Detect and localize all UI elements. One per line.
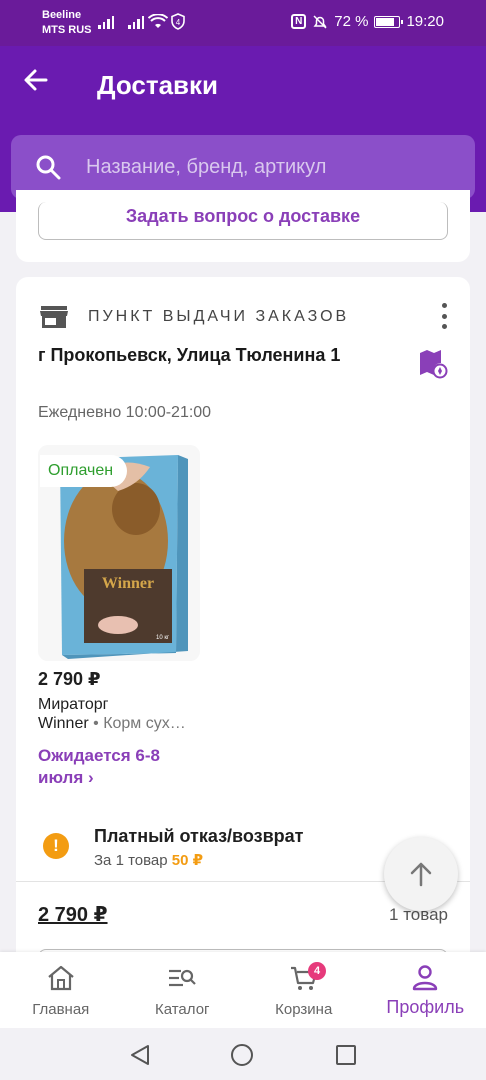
store-icon <box>40 306 68 328</box>
system-recents-icon[interactable] <box>336 1045 356 1065</box>
page-title: Доставки <box>97 70 219 100</box>
refund-prefix: За 1 товар <box>94 852 168 869</box>
pickup-address: г Прокопьевск, Улица Тюленина 1 <box>38 345 341 365</box>
scroll-to-top-button[interactable] <box>384 837 458 911</box>
opening-hours: Ежедневно 10:00-21:00 <box>38 404 212 421</box>
nav-label-catalog: Каталог <box>154 1001 210 1018</box>
cart-count-badge: 4 <box>308 962 326 980</box>
item-price: 2 790 ₽ <box>38 669 101 689</box>
signal-icon <box>98 15 114 29</box>
item-name-sub: • Корм сух… <box>93 715 186 732</box>
paid-refund-condition: За 1 товар 50 ₽ <box>94 851 203 869</box>
previous-delivery-card: Задать вопрос о доставке <box>16 190 470 262</box>
battery-icon <box>374 15 404 28</box>
nav-item-profile[interactable]: Профиль <box>365 952 486 1028</box>
pickup-point-label: ПУНКТ ВЫДАЧИ ЗАКАЗОВ <box>88 308 350 325</box>
item-name[interactable]: Winner • Корм сух… <box>38 715 186 733</box>
nav-item-cart[interactable]: 4 Корзина <box>243 952 365 1028</box>
status-right: N 72 % 19:20 <box>291 13 444 30</box>
home-icon <box>48 965 74 991</box>
warning-icon: ! <box>43 833 69 859</box>
arrow-up-icon <box>410 862 432 887</box>
system-home-icon[interactable] <box>231 1044 253 1066</box>
arrow-left-icon <box>24 69 48 91</box>
refund-amount: 50 ₽ <box>171 852 204 869</box>
package-brand: Winner <box>102 575 154 592</box>
app-header: Доставки <box>0 46 486 212</box>
nav-item-catalog[interactable]: Каталог <box>122 952 244 1028</box>
order-total[interactable]: 2 790 ₽ <box>38 902 108 927</box>
nav-label-home: Главная <box>32 1001 90 1018</box>
carrier-2: MTS RUS <box>42 24 92 36</box>
item-brand: Мираторг <box>38 696 109 713</box>
profile-icon <box>413 965 438 991</box>
system-navigation-bar <box>0 1028 486 1080</box>
shield-icon: 4 <box>171 13 185 30</box>
signal-icon <box>128 15 144 29</box>
wifi-icon <box>148 14 168 28</box>
clock: 19:20 <box>406 13 444 30</box>
nav-item-home[interactable]: Главная <box>0 952 122 1028</box>
back-button[interactable] <box>22 66 54 98</box>
svg-text:4: 4 <box>176 18 181 27</box>
map-pin-icon[interactable] <box>418 349 448 379</box>
nfc-icon: N <box>291 14 307 29</box>
mute-icon <box>313 14 327 29</box>
search-icon <box>36 155 61 180</box>
system-back-icon[interactable] <box>129 1044 151 1066</box>
item-name-main: Winner <box>38 715 89 732</box>
bottom-navigation: Главная Каталог 4 Корзина Профиль <box>0 952 486 1028</box>
nav-label-profile: Профиль <box>386 997 465 1017</box>
ask-delivery-question-button[interactable]: Задать вопрос о доставке <box>38 202 448 240</box>
paid-refund-title: Платный отказ/возврат <box>94 826 304 846</box>
battery-percent: 72 % <box>334 13 369 30</box>
package-weight: 10 кг <box>156 635 170 641</box>
carrier-1: Beeline <box>42 9 82 21</box>
expected-delivery-link[interactable]: Ожидается 6-8 июля › <box>38 745 198 789</box>
paid-status-badge: Оплачен <box>40 455 128 487</box>
carrier-names: Beeline MTS RUS <box>42 8 92 38</box>
status-bar: Beeline MTS RUS 4 N 72 % 19:20 <box>0 0 486 46</box>
nav-label-cart: Корзина <box>275 1001 333 1018</box>
more-options-button[interactable] <box>440 303 448 329</box>
catalog-icon <box>169 969 197 987</box>
